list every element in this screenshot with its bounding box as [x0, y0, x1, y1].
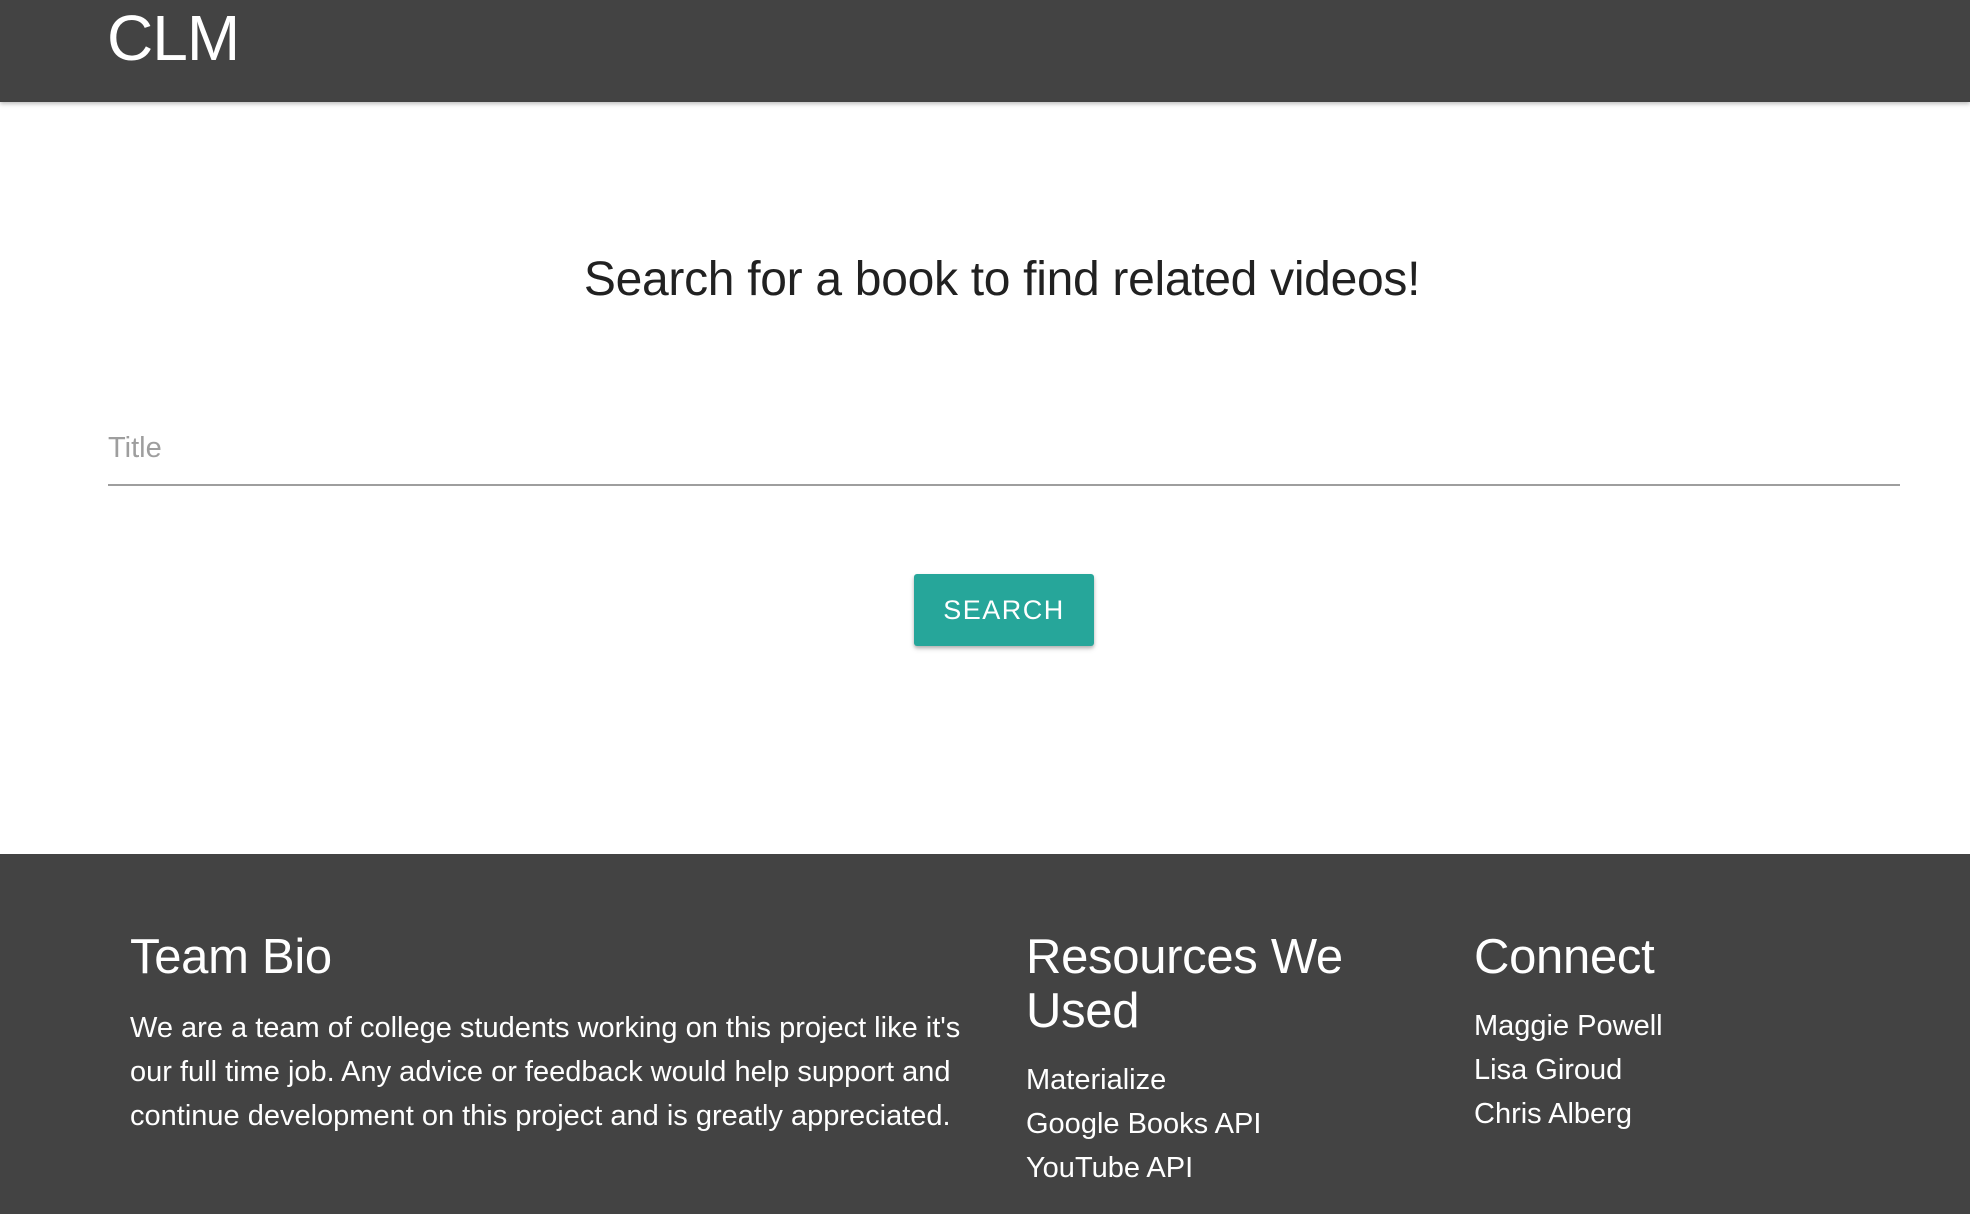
page-headline: Search for a book to find related videos…	[583, 253, 1421, 306]
list-item: Materialize	[1026, 1058, 1426, 1102]
connect-section: Connect Maggie Powell Lisa Giroud Chris …	[1474, 930, 1894, 1136]
resources-heading: Resources We Used	[1026, 930, 1343, 1038]
list-item: Maggie Powell	[1474, 1004, 1894, 1048]
list-item: Lisa Giroud	[1474, 1048, 1894, 1092]
title-field-wrapper	[108, 412, 1900, 487]
resource-link-google-books-api[interactable]: Google Books API	[1026, 1108, 1261, 1140]
navbar: CLM	[0, 0, 1970, 102]
resources-list: Materialize Google Books API YouTube API	[1026, 1058, 1426, 1190]
team-bio-text: We are a team of college students workin…	[130, 1012, 961, 1132]
search-button[interactable]: SEARCH	[914, 574, 1094, 646]
title-search-input[interactable]	[108, 412, 1900, 486]
resources-section: Resources We Used Materialize Google Boo…	[1026, 930, 1426, 1190]
footer: Team Bio We are a team of college studen…	[0, 854, 1970, 1214]
connect-link-maggie-powell[interactable]: Maggie Powell	[1474, 1010, 1663, 1042]
team-bio-section: Team Bio We are a team of college studen…	[130, 930, 980, 1138]
list-item: Chris Alberg	[1474, 1092, 1894, 1136]
list-item: YouTube API	[1026, 1146, 1426, 1190]
brand-logo[interactable]: CLM	[107, 2, 240, 74]
main-content: Search for a book to find related videos…	[0, 102, 1970, 854]
resource-link-youtube-api[interactable]: YouTube API	[1026, 1152, 1193, 1184]
connect-heading: Connect	[1474, 930, 1655, 984]
team-bio-heading: Team Bio	[130, 930, 332, 984]
connect-link-chris-alberg[interactable]: Chris Alberg	[1474, 1098, 1632, 1130]
resource-link-materialize[interactable]: Materialize	[1026, 1064, 1166, 1096]
list-item: Google Books API	[1026, 1102, 1426, 1146]
connect-list: Maggie Powell Lisa Giroud Chris Alberg	[1474, 1004, 1894, 1136]
connect-link-lisa-giroud[interactable]: Lisa Giroud	[1474, 1054, 1622, 1086]
